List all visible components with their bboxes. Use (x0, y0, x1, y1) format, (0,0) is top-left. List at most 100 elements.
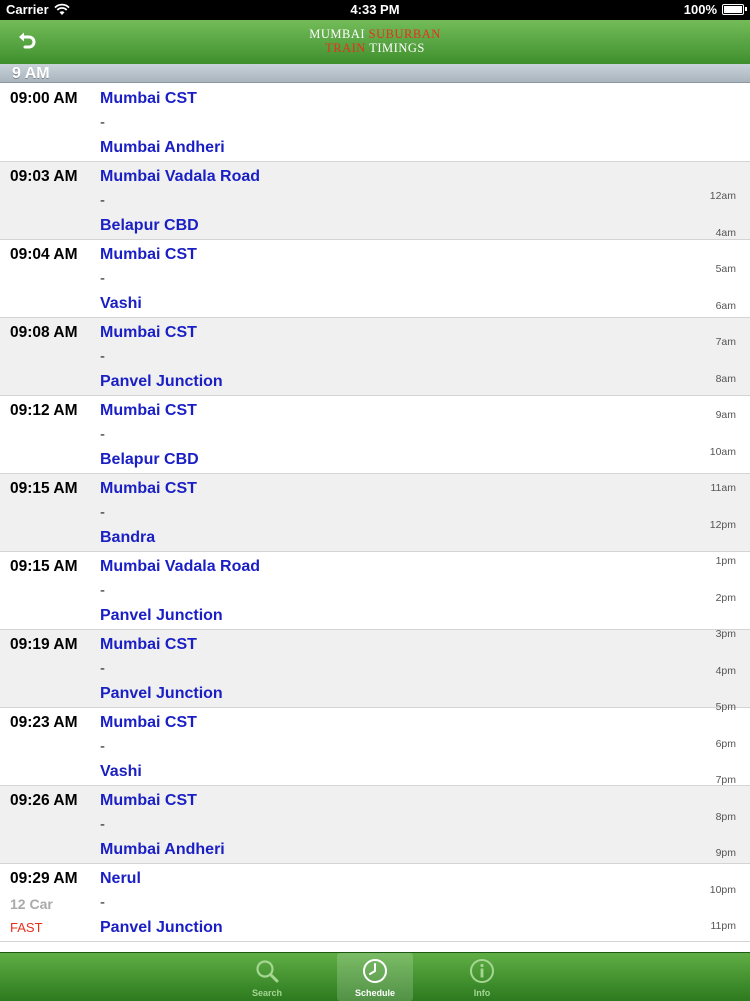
clock-time: 4:33 PM (350, 2, 400, 17)
departure-time: 09:03 AM (10, 168, 78, 185)
app-title: Mumbai Suburban Train Timings (0, 27, 750, 55)
destination-station: Panvel Junction (100, 919, 223, 936)
battery-icon (722, 4, 747, 15)
departure-time: 09:00 AM (10, 90, 78, 107)
destination-station: Bandra (100, 529, 156, 546)
hour-index-item[interactable]: 4pm (716, 665, 736, 677)
tab-search[interactable]: Search (229, 953, 305, 1001)
car-count: 12 Car (10, 896, 53, 912)
tab-schedule[interactable]: Schedule (337, 953, 413, 1001)
departure-time: 09:29 AM (10, 870, 78, 887)
destination-station: Mumbai Andheri (100, 841, 225, 858)
status-bar: Carrier 4:33 PM 100% (0, 0, 750, 20)
departure-time: 09:26 AM (10, 792, 78, 809)
app-title-line-2: Train Timings (0, 41, 750, 55)
battery-percent: 100% (683, 2, 717, 17)
route-separator: - (100, 270, 105, 287)
destination-station: Vashi (100, 295, 142, 312)
route-separator: - (100, 894, 105, 911)
route-separator: - (100, 816, 105, 833)
origin-station: Mumbai CST (100, 324, 197, 341)
origin-station: Mumbai CST (100, 714, 197, 731)
hour-index-item[interactable]: 12pm (710, 519, 736, 531)
clock-icon (363, 959, 387, 983)
departure-time: 09:15 AM (10, 558, 78, 575)
route-separator: - (100, 192, 105, 209)
title-word-mumbai: Mumbai (309, 27, 366, 41)
destination-station: Belapur CBD (100, 217, 199, 234)
hour-index-item[interactable]: 10pm (710, 884, 736, 896)
hour-index[interactable]: 12am 4am 5am 6am 7am 8am 9am 10am 11am 1… (686, 190, 737, 932)
destination-station: Belapur CBD (100, 451, 199, 468)
origin-station: Mumbai Vadala Road (100, 558, 261, 575)
origin-station: Mumbai CST (100, 402, 197, 419)
hour-index-item[interactable]: 11pm (711, 920, 737, 932)
train-row[interactable]: 09:29 AM 12 Car FAST Nerul - Panvel Junc… (0, 864, 750, 942)
destination-station: Panvel Junction (100, 685, 223, 702)
hour-index-item[interactable]: 4am (716, 227, 736, 239)
destination-station: Panvel Junction (100, 607, 223, 624)
hour-index-item[interactable]: 8am (716, 373, 736, 385)
origin-station: Mumbai Vadala Road (100, 168, 261, 185)
train-list[interactable]: 09:00 AM Mumbai CST - Mumbai Andheri 09:… (0, 84, 750, 952)
origin-station: Mumbai CST (100, 636, 197, 653)
destination-station: Vashi (100, 763, 142, 780)
departure-time: 09:19 AM (10, 636, 78, 653)
origin-station: Mumbai CST (100, 90, 197, 107)
train-row[interactable]: 09:08 AM Mumbai CST - Panvel Junction (0, 318, 750, 396)
title-word-train: Train (325, 41, 366, 55)
departure-time: 09:23 AM (10, 714, 78, 731)
origin-station: Mumbai CST (100, 480, 197, 497)
route-separator: - (100, 114, 105, 131)
train-row[interactable]: 09:15 AM Mumbai Vadala Road - Panvel Jun… (0, 552, 750, 630)
hour-index-item[interactable]: 1pm (716, 555, 736, 567)
departure-time: 09:15 AM (10, 480, 78, 497)
tab-search-label: Search (251, 988, 283, 998)
fast-badge: FAST (10, 920, 43, 935)
route-separator: - (100, 738, 105, 755)
app-title-line-1: Mumbai Suburban (0, 27, 750, 41)
hour-index-item[interactable]: 10am (710, 446, 736, 458)
departure-time: 09:12 AM (10, 402, 78, 419)
train-row[interactable]: 09:03 AM Mumbai Vadala Road - Belapur CB… (0, 162, 750, 240)
destination-station: Mumbai Andheri (100, 139, 225, 156)
origin-station: Mumbai CST (100, 246, 197, 263)
title-word-timings: Timings (369, 41, 425, 55)
train-row[interactable]: 09:15 AM Mumbai CST - Bandra (0, 474, 750, 552)
route-separator: - (100, 582, 105, 599)
nav-bar: Mumbai Suburban Train Timings (0, 20, 750, 65)
hour-index-item[interactable]: 12am (710, 190, 736, 202)
title-word-suburban: Suburban (368, 27, 441, 41)
hour-index-item[interactable]: 6am (716, 300, 736, 312)
destination-station: Panvel Junction (100, 373, 223, 390)
hour-index-item[interactable]: 7pm (716, 774, 736, 786)
tab-info-label: Info (473, 988, 491, 998)
hour-index-item[interactable]: 2pm (716, 592, 736, 604)
origin-station: Mumbai CST (100, 792, 197, 809)
hour-index-item[interactable]: 9am (716, 409, 736, 421)
route-separator: - (100, 348, 105, 365)
hour-index-item[interactable]: 5am (716, 263, 736, 275)
section-header: 9 AM (0, 64, 750, 83)
search-icon (256, 960, 279, 983)
departure-time: 09:08 AM (10, 324, 78, 341)
departure-time: 09:04 AM (10, 246, 78, 263)
route-separator: - (100, 660, 105, 677)
train-row[interactable]: 09:12 AM Mumbai CST - Belapur CBD (0, 396, 750, 474)
train-row[interactable]: 09:23 AM Mumbai CST - Vashi (0, 708, 750, 786)
hour-index-item[interactable]: 8pm (716, 811, 736, 823)
hour-index-item[interactable]: 5pm (716, 701, 736, 713)
tab-info[interactable]: Info (444, 953, 520, 1001)
train-row[interactable]: 09:00 AM Mumbai CST - Mumbai Andheri (0, 84, 750, 162)
origin-station: Nerul (100, 870, 141, 887)
hour-index-item[interactable]: 3pm (716, 628, 736, 640)
train-row[interactable]: 09:04 AM Mumbai CST - Vashi (0, 240, 750, 318)
hour-index-item[interactable]: 7am (716, 336, 736, 348)
hour-index-item[interactable]: 9pm (716, 847, 736, 859)
train-row[interactable]: 09:19 AM Mumbai CST - Panvel Junction (0, 630, 750, 708)
info-icon (470, 959, 494, 983)
hour-index-item[interactable]: 11am (711, 482, 737, 494)
train-row[interactable]: 09:26 AM Mumbai CST - Mumbai Andheri (0, 786, 750, 864)
hour-index-item[interactable]: 6pm (716, 738, 736, 750)
route-separator: - (100, 426, 105, 443)
